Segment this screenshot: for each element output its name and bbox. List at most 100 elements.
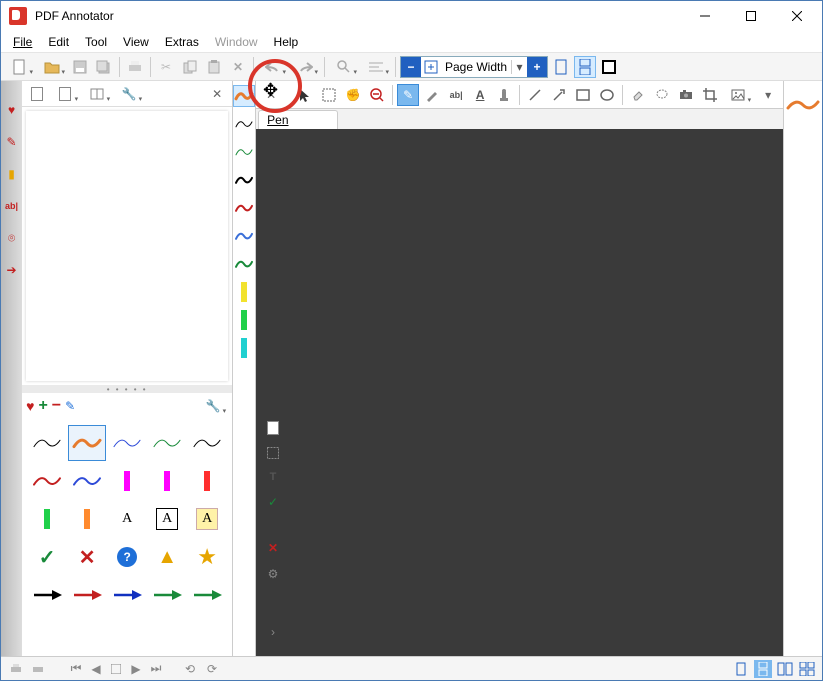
prev-page-button[interactable]: ◀ [87,660,105,678]
preset-slot[interactable] [233,337,255,359]
preset-slot[interactable] [233,85,255,107]
page-blank-icon[interactable] [26,83,48,105]
favorite-item[interactable] [28,577,66,613]
favorite-item[interactable]: ✓ [28,539,66,575]
hand-tool[interactable]: ✊ [342,84,364,106]
rect-tool[interactable] [572,84,594,106]
tab-pen[interactable]: Pen [258,110,338,129]
preset-slot[interactable] [233,197,255,219]
line-tool[interactable] [524,84,546,106]
marker-tool[interactable] [421,84,443,106]
favorite-item[interactable] [148,463,186,499]
favorite-item[interactable]: ▲ [148,539,186,575]
favorite-item[interactable] [148,577,186,613]
favorite-item[interactable] [28,463,66,499]
paste-button[interactable] [203,56,225,78]
copy-button[interactable] [179,56,201,78]
continuous-icon[interactable] [574,56,596,78]
textbox-tool[interactable]: ab| [445,84,467,106]
document-canvas[interactable] [256,129,783,656]
text-ab-icon[interactable]: ab| [3,197,21,215]
last-page-button[interactable]: ⏭ [147,660,165,678]
text-t-icon[interactable]: T [270,471,277,483]
stop-button[interactable] [107,660,125,678]
preset-slot[interactable] [233,309,255,331]
cut-button[interactable]: ✂ [155,56,177,78]
preset-slot[interactable] [233,169,255,191]
book-icon[interactable] [82,83,112,105]
minimize-button[interactable] [682,1,728,31]
zoom-in-icon[interactable]: + [527,57,547,77]
open-button[interactable] [37,56,67,78]
check-icon[interactable]: ✓ [268,495,278,509]
redo-button[interactable] [290,56,320,78]
page-preview[interactable] [26,111,228,381]
page-icon[interactable]: ▮ [3,165,21,183]
heart-icon[interactable]: ♥ [3,101,21,119]
chevron-right-icon[interactable]: › [271,625,275,639]
favorite-item[interactable]: A [148,501,186,537]
wrench-icon[interactable]: 🔧 [114,83,144,105]
cursor-tool[interactable] [294,84,316,106]
gear-icon[interactable]: ⚙ [268,567,279,581]
favorite-item[interactable]: A [188,501,226,537]
favorite-item[interactable]: ★ [188,539,226,575]
zoom-combo[interactable]: − Page Width ▾ + [400,56,548,78]
save-all-button[interactable] [93,56,115,78]
delete-button[interactable]: ✕ [227,56,249,78]
favorite-item[interactable] [68,463,106,499]
panel-close-icon[interactable]: ✕ [206,83,228,105]
stamp-icon[interactable]: ⌾ [3,229,21,247]
menu-file[interactable]: File [5,33,40,51]
nav-back-button[interactable]: ⟲ [181,660,199,678]
print2-icon[interactable] [29,660,47,678]
align-button[interactable] [361,56,391,78]
favorite-item[interactable] [108,463,146,499]
panel-close-icon[interactable]: ✕ [260,84,282,106]
nav-forward-button[interactable]: ⟳ [203,660,221,678]
page-new-icon[interactable] [50,83,80,105]
menu-tool[interactable]: Tool [77,33,115,51]
select-tool[interactable] [318,84,340,106]
pen-tool[interactable]: ✎ [397,84,419,106]
crop-tool[interactable] [699,84,721,106]
preset-slot[interactable] [233,225,255,247]
favorite-item[interactable] [28,425,66,461]
box-icon[interactable] [267,447,279,459]
maximize-button[interactable] [728,1,774,31]
print-icon[interactable] [7,660,25,678]
first-page-button[interactable]: ⏮ [67,660,85,678]
preset-slot[interactable] [233,141,255,163]
single-page-icon[interactable] [550,56,572,78]
x-icon[interactable]: ✕ [268,541,278,555]
view-single-icon[interactable] [732,660,750,678]
zoom-out-tool[interactable] [366,84,388,106]
view-continuous-icon[interactable] [754,660,772,678]
arrow-red-icon[interactable]: ➔ [3,261,21,279]
favorite-item[interactable] [108,577,146,613]
fullscreen-icon[interactable] [598,56,620,78]
menu-view[interactable]: View [115,33,157,51]
favorite-item[interactable] [188,577,226,613]
favorite-item[interactable] [68,501,106,537]
zoom-out-icon[interactable]: − [401,57,421,77]
next-page-button[interactable]: ▶ [127,660,145,678]
favorite-item[interactable]: A [108,501,146,537]
find-button[interactable] [329,56,359,78]
favorite-item[interactable] [68,577,106,613]
new-button[interactable] [5,56,35,78]
text-tool[interactable]: A [469,84,491,106]
print-button[interactable] [124,56,146,78]
image-tool[interactable] [723,84,753,106]
menu-help[interactable]: Help [266,33,307,51]
view-two-up-icon[interactable] [776,660,794,678]
fit-icon[interactable] [421,57,441,77]
camera-tool[interactable] [675,84,697,106]
menu-window[interactable]: Window [207,33,266,51]
zoom-dropdown-icon[interactable]: ▾ [511,60,527,74]
splitter[interactable]: • • • • • [22,385,232,393]
favorite-item[interactable] [108,425,146,461]
toolbar-dropdown-icon[interactable]: ▾ [757,84,779,106]
close-button[interactable] [774,1,820,31]
lasso-tool[interactable] [651,84,673,106]
